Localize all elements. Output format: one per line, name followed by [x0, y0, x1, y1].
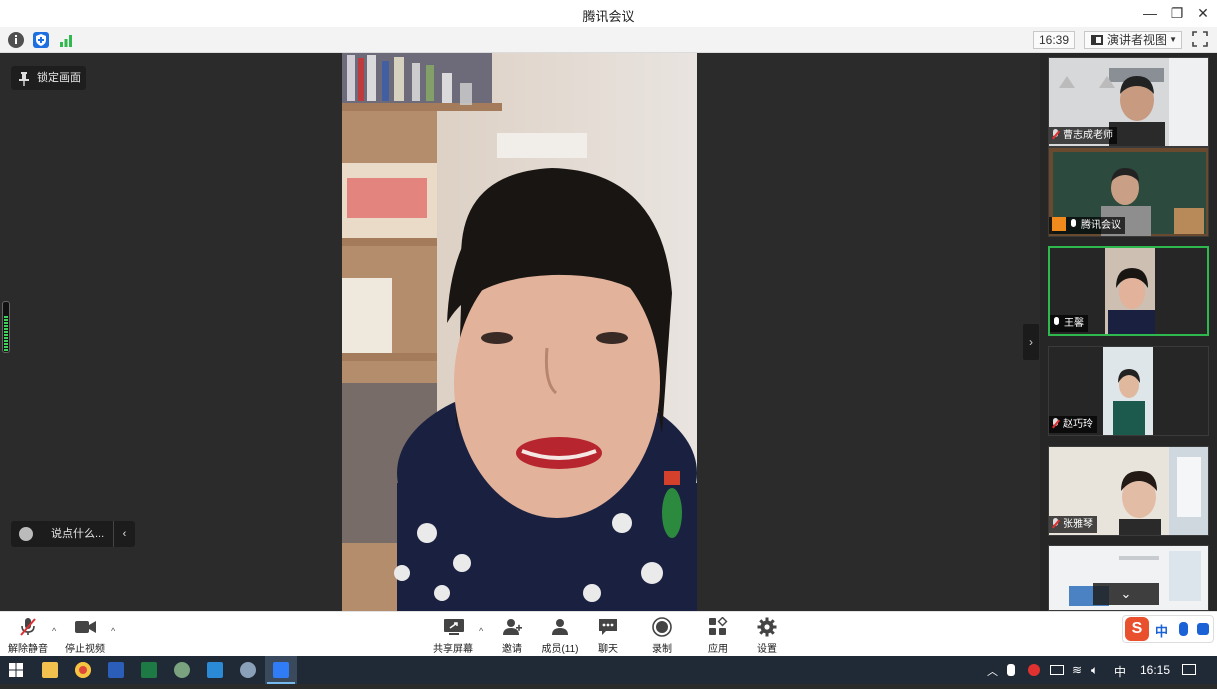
ime-toolbar[interactable]: S 中	[1122, 615, 1214, 643]
word-icon[interactable]	[100, 656, 132, 684]
app-icon[interactable]	[166, 656, 198, 684]
participant-panel: 曹志成老师 腾讯会议 王馨 赵巧玲 张雅琴	[1040, 53, 1217, 611]
pin-icon	[19, 71, 29, 86]
add-user-icon	[502, 617, 522, 637]
host-icon	[1052, 217, 1066, 231]
tencent-meeting-taskbar-icon[interactable]	[265, 656, 297, 684]
view-label: 演讲者视图	[1107, 33, 1168, 47]
mic-muted-icon	[1052, 129, 1059, 140]
file-explorer-icon[interactable]	[34, 656, 66, 684]
notification-icon[interactable]	[1182, 664, 1196, 675]
participant-name: 王馨	[1064, 318, 1084, 329]
participant-name: 曹志成老师	[1063, 130, 1113, 141]
tencent-meeting-window: 腾讯会议 — ❐ ✕ 16:39 演讲者视图 ▼ 锁定画面 说点什么... ‹ …	[0, 0, 1217, 684]
speaker-video-frame	[342, 53, 697, 611]
chat-placeholder: 说点什么...	[51, 528, 105, 540]
ime-mode[interactable]: 中	[1155, 621, 1168, 640]
system-clock[interactable]: 16:15	[1140, 663, 1170, 677]
minimize-button[interactable]: —	[1139, 3, 1161, 23]
close-button[interactable]: ✕	[1192, 3, 1214, 23]
volume-icon[interactable]: 🔈︎	[1091, 663, 1098, 678]
info-icon[interactable]	[8, 32, 24, 48]
speaker-view-dropdown[interactable]: 演讲者视图 ▼	[1084, 31, 1182, 49]
wifi-icon[interactable]: ≋	[1072, 663, 1082, 677]
title-bar: 腾讯会议 — ❐ ✕	[0, 0, 1217, 27]
record-icon	[652, 617, 672, 637]
apps-icon	[708, 616, 728, 637]
participant-tile[interactable]: 曹志成老师	[1048, 57, 1209, 147]
excel-icon[interactable]	[133, 656, 165, 684]
participant-tile[interactable]: 赵巧玲	[1048, 346, 1209, 436]
windows-logo-icon	[9, 663, 23, 677]
video-player-icon[interactable]	[199, 656, 231, 684]
participant-nametag: 曹志成老师	[1049, 127, 1117, 144]
layout-icon	[1091, 35, 1103, 45]
participant-tile[interactable]: 张雅琴	[1048, 446, 1209, 536]
chevron-down-icon: ▼	[1169, 35, 1177, 44]
meeting-info-bar: 16:39 演讲者视图 ▼	[0, 27, 1217, 53]
voice-input-icon[interactable]	[1179, 622, 1188, 636]
sogou-logo-icon: S	[1125, 617, 1149, 641]
participant-name: 腾讯会议	[1081, 220, 1121, 231]
settings-button[interactable]: 设置	[737, 612, 797, 657]
chat-collapse-button[interactable]: ‹	[113, 521, 135, 547]
network-signal-icon[interactable]	[58, 32, 74, 48]
members-icon	[550, 617, 570, 637]
panel-collapse-button[interactable]: ›	[1023, 324, 1039, 360]
participant-nametag: 张雅琴	[1049, 516, 1097, 533]
fullscreen-icon[interactable]	[1192, 31, 1208, 47]
stop-video-label: 停止视频	[65, 644, 105, 655]
settings-label: 设置	[757, 644, 777, 655]
tray-expand-icon[interactable]: ︿	[987, 663, 998, 679]
meeting-timer: 16:39	[1033, 31, 1075, 49]
emoji-icon[interactable]	[19, 527, 33, 541]
mic-tray-icon[interactable]	[1007, 664, 1015, 676]
browser-icon[interactable]	[232, 656, 264, 684]
participant-name: 赵巧玲	[1063, 419, 1093, 430]
mic-muted-icon	[18, 617, 38, 637]
windows-taskbar: ︿ ≋ 🔈︎ 中 16:15	[0, 656, 1217, 684]
restore-button[interactable]: ❐	[1166, 3, 1188, 23]
camera-icon	[75, 617, 96, 637]
participant-name: 张雅琴	[1063, 519, 1093, 530]
main-stage: 锁定画面 说点什么... ‹	[0, 53, 1040, 611]
participant-tile[interactable]: 腾讯会议	[1048, 147, 1209, 237]
share-screen-icon	[443, 617, 464, 637]
video-options-caret[interactable]: ^	[111, 626, 115, 636]
start-button[interactable]	[0, 656, 32, 684]
participant-nametag: 王馨	[1050, 315, 1088, 332]
mic-muted-icon	[1052, 518, 1059, 529]
ime-tray-indicator[interactable]: 中	[1114, 663, 1126, 680]
participant-nametag: 腾讯会议	[1049, 217, 1125, 234]
chrome-icon[interactable]	[67, 656, 99, 684]
mic-icon	[1070, 219, 1077, 230]
qq-tray-icon[interactable]	[1028, 664, 1040, 676]
chat-input[interactable]: 说点什么... ‹	[11, 521, 135, 547]
mic-muted-icon	[1052, 418, 1059, 429]
meeting-toolbar: 解除静音 ^ 停止视频 ^ 共享屏幕 ^ 邀请 成员(11) 聊天 录制 应用 …	[0, 611, 1217, 656]
mic-icon	[1053, 317, 1060, 328]
lock-view-label: 锁定画面	[37, 72, 81, 84]
window-title: 腾讯会议	[582, 9, 635, 24]
battery-icon[interactable]	[1050, 665, 1064, 675]
participant-nametag: 赵巧玲	[1049, 416, 1097, 433]
lock-view-button[interactable]: 锁定画面	[11, 66, 86, 90]
gear-icon	[757, 617, 777, 637]
speaker-volume-meter	[2, 301, 10, 353]
participant-tile-active-speaker[interactable]: 王馨	[1048, 246, 1209, 336]
volume-level	[4, 316, 8, 351]
chat-icon	[598, 617, 618, 637]
stop-video-button[interactable]: 停止视频	[55, 612, 115, 657]
scroll-down-button[interactable]: ⌄	[1093, 583, 1159, 605]
active-speaker-video[interactable]	[342, 53, 697, 611]
security-shield-icon[interactable]	[33, 32, 49, 48]
ime-menu-icon[interactable]	[1197, 623, 1209, 635]
